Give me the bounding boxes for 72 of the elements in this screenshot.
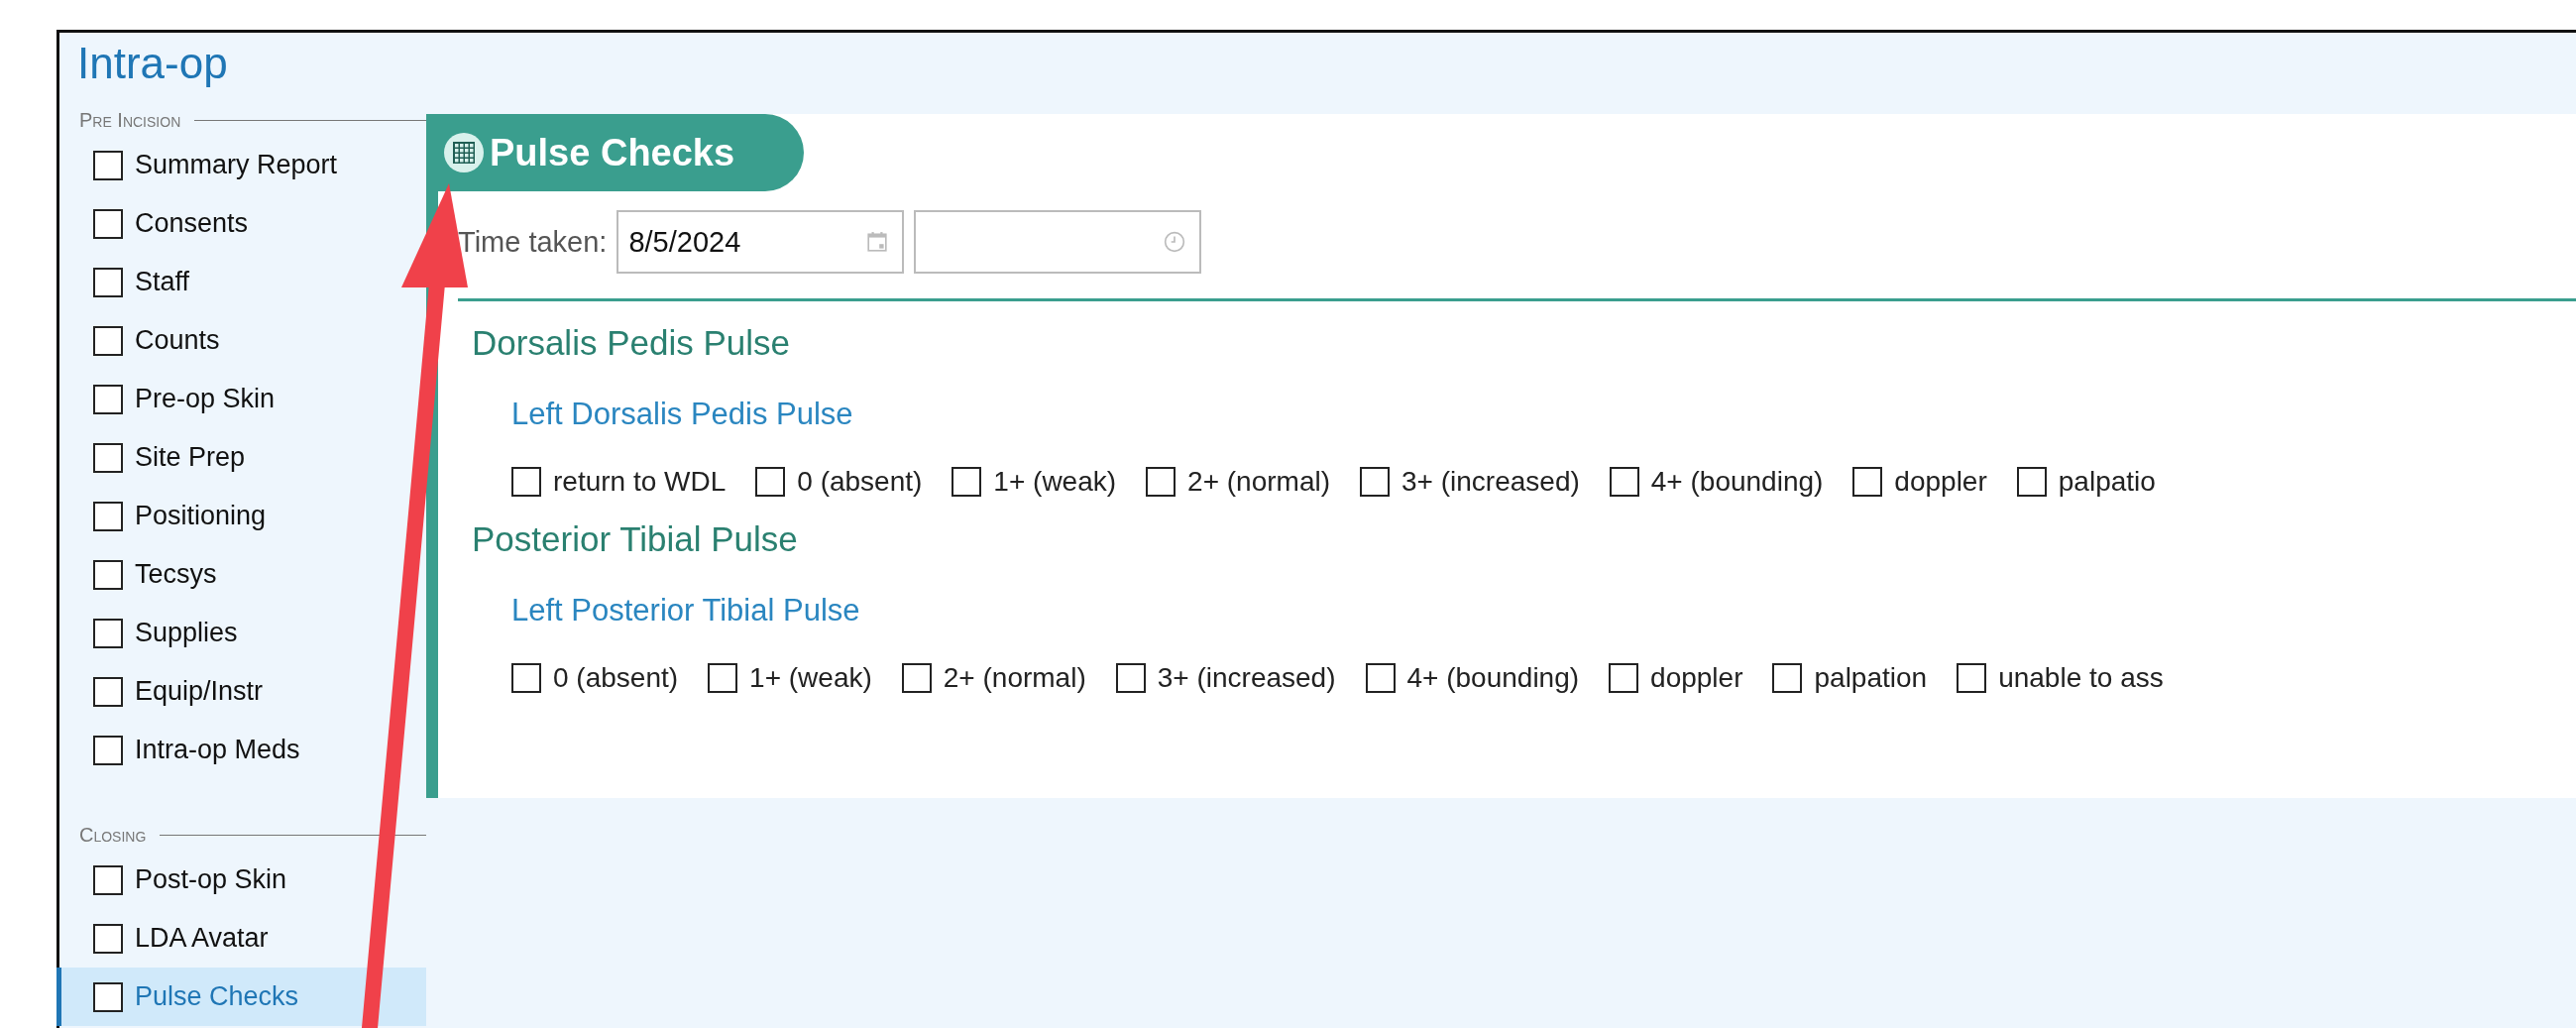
section-heading: Pre Incision xyxy=(79,108,181,132)
sidebar-item[interactable]: Pre-op Skin xyxy=(56,370,285,428)
group-heading: Dorsalis Pedis Pulse xyxy=(471,322,791,363)
checkbox[interactable] xyxy=(93,442,123,473)
checkbox[interactable] xyxy=(93,981,123,1012)
checkbox[interactable] xyxy=(93,864,123,895)
option-checkbox[interactable]: 0 (absent) xyxy=(755,466,923,498)
checkbox[interactable] xyxy=(93,676,123,707)
option-checkbox[interactable]: 1+ (weak) xyxy=(708,662,872,694)
checkbox[interactable] xyxy=(901,663,932,693)
group-heading: Posterior Tibial Pulse xyxy=(471,518,799,559)
checkbox[interactable] xyxy=(952,467,982,497)
checkbox[interactable] xyxy=(708,663,738,693)
sidebar-item[interactable]: Summary Report xyxy=(56,136,348,194)
option-checkbox[interactable]: 2+ (normal) xyxy=(901,662,1086,694)
option-checkbox[interactable]: palpatio xyxy=(2016,466,2156,498)
option-checkbox[interactable]: 3+ (increased) xyxy=(1115,662,1336,694)
checkbox[interactable] xyxy=(1146,467,1176,497)
checkbox[interactable] xyxy=(755,467,786,497)
checkbox[interactable] xyxy=(1609,467,1639,497)
checkbox[interactable] xyxy=(1365,663,1396,693)
checkbox[interactable] xyxy=(2016,467,2047,497)
sidebar-item[interactable]: Intra-op Meds xyxy=(56,721,310,779)
checkbox[interactable] xyxy=(1852,467,1883,497)
section-heading: Closing xyxy=(79,823,147,847)
sidebar-item[interactable]: Tecsys xyxy=(56,545,227,604)
sidebar-item[interactable]: Counts xyxy=(56,311,230,370)
checkbox[interactable] xyxy=(93,618,123,648)
checkbox[interactable] xyxy=(93,384,123,414)
page-title: Intra-op xyxy=(76,38,229,89)
sidebar-item[interactable]: Post-op Skin xyxy=(56,851,297,909)
checkbox[interactable] xyxy=(93,735,123,765)
checkbox[interactable] xyxy=(1609,663,1639,693)
checkbox[interactable] xyxy=(93,208,123,239)
checkbox[interactable] xyxy=(93,501,123,531)
checkbox[interactable] xyxy=(93,150,123,180)
sidebar-item[interactable]: Positioning xyxy=(56,487,277,545)
checkbox[interactable] xyxy=(1115,663,1146,693)
option-checkbox[interactable]: 2+ (normal) xyxy=(1146,466,1330,498)
sidebar-item[interactable]: Consents xyxy=(56,194,259,253)
group-subheading: Left Posterior Tibial Pulse xyxy=(510,592,861,628)
date-field[interactable]: 8/5/2024 xyxy=(616,210,905,274)
option-checkbox[interactable]: doppler xyxy=(1609,662,1743,694)
sidebar-item[interactable]: Supplies xyxy=(56,604,248,662)
checkbox[interactable] xyxy=(1957,663,1987,693)
sidebar-item[interactable]: Site Prep xyxy=(56,428,256,487)
checkbox[interactable] xyxy=(511,467,541,497)
option-checkbox[interactable]: 1+ (weak) xyxy=(952,466,1117,498)
checkbox[interactable] xyxy=(511,663,541,693)
calendar-icon xyxy=(866,231,889,253)
group-subheading: Left Dorsalis Pedis Pulse xyxy=(510,396,854,432)
table-icon xyxy=(444,133,484,172)
checkbox[interactable] xyxy=(1772,663,1803,693)
option-checkbox[interactable]: 4+ (bounding) xyxy=(1365,662,1580,694)
sidebar-item[interactable]: Pulse Checks xyxy=(56,968,426,1026)
checkbox[interactable] xyxy=(93,267,123,297)
option-checkbox[interactable]: unable to ass xyxy=(1957,662,2164,694)
option-checkbox[interactable]: 4+ (bounding) xyxy=(1609,466,1824,498)
clock-icon xyxy=(1164,231,1186,253)
checkbox[interactable] xyxy=(1360,467,1390,497)
option-checkbox[interactable]: doppler xyxy=(1852,466,1987,498)
sidebar-item[interactable]: Staff xyxy=(56,253,200,311)
option-checkbox[interactable]: palpation xyxy=(1772,662,1928,694)
checkbox[interactable] xyxy=(93,325,123,356)
option-checkbox[interactable]: 3+ (increased) xyxy=(1360,466,1580,498)
option-checkbox[interactable]: return to WDL xyxy=(511,466,727,498)
checkbox[interactable] xyxy=(93,923,123,954)
time-field[interactable] xyxy=(914,210,1202,274)
sidebar-item[interactable]: Equip/Instr xyxy=(56,662,274,721)
option-checkbox[interactable]: 0 (absent) xyxy=(511,662,679,694)
checkbox[interactable] xyxy=(93,559,123,590)
sidebar-item[interactable]: LDA Avatar xyxy=(56,909,279,968)
